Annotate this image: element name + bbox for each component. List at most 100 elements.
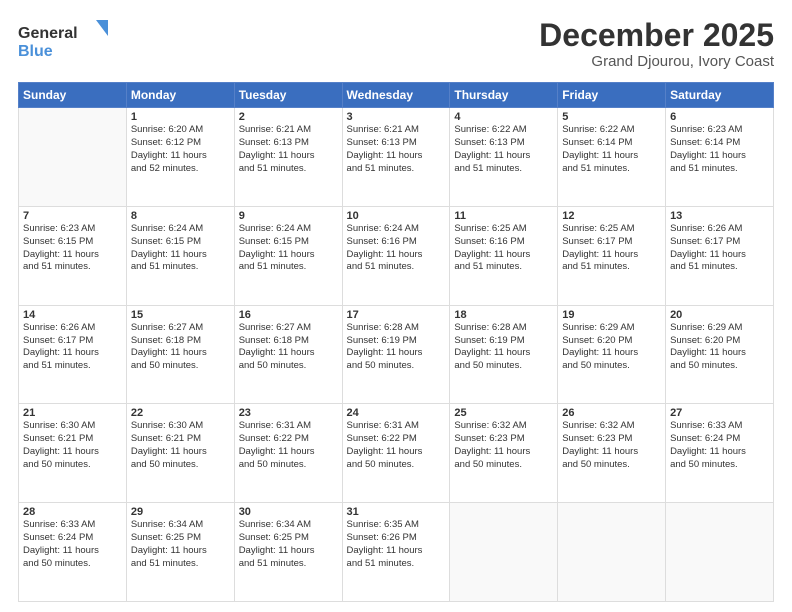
- day-info: Sunset: 6:22 PM: [347, 433, 446, 446]
- calendar-day-header: Thursday: [450, 83, 558, 108]
- calendar-day-cell: 20Sunrise: 6:29 AMSunset: 6:20 PMDayligh…: [666, 305, 774, 404]
- calendar-table: SundayMondayTuesdayWednesdayThursdayFrid…: [18, 82, 774, 602]
- day-number: 5: [562, 111, 661, 123]
- calendar-day-cell: 7Sunrise: 6:23 AMSunset: 6:15 PMDaylight…: [19, 206, 127, 305]
- day-info: Daylight: 11 hours: [131, 446, 230, 459]
- day-number: 7: [23, 210, 122, 222]
- calendar-day-header: Tuesday: [234, 83, 342, 108]
- day-info: Sunrise: 6:30 AM: [131, 420, 230, 433]
- day-number: 19: [562, 309, 661, 321]
- day-info: and 50 minutes.: [131, 360, 230, 373]
- day-number: 24: [347, 407, 446, 419]
- day-number: 26: [562, 407, 661, 419]
- day-info: Sunrise: 6:23 AM: [23, 223, 122, 236]
- calendar-day-cell: 19Sunrise: 6:29 AMSunset: 6:20 PMDayligh…: [558, 305, 666, 404]
- day-info: Daylight: 11 hours: [131, 150, 230, 163]
- day-info: Sunset: 6:26 PM: [347, 532, 446, 545]
- day-info: Sunset: 6:19 PM: [347, 335, 446, 348]
- day-info: Sunset: 6:18 PM: [131, 335, 230, 348]
- calendar-day-cell: 21Sunrise: 6:30 AMSunset: 6:21 PMDayligh…: [19, 404, 127, 503]
- day-info: Sunrise: 6:31 AM: [347, 420, 446, 433]
- month-title: December 2025: [539, 18, 774, 53]
- day-info: Daylight: 11 hours: [562, 347, 661, 360]
- day-info: and 51 minutes.: [131, 261, 230, 274]
- day-number: 18: [454, 309, 553, 321]
- svg-text:Blue: Blue: [18, 43, 53, 60]
- day-info: and 50 minutes.: [562, 459, 661, 472]
- day-number: 31: [347, 506, 446, 518]
- day-info: Daylight: 11 hours: [239, 347, 338, 360]
- calendar-day-cell: 4Sunrise: 6:22 AMSunset: 6:13 PMDaylight…: [450, 108, 558, 207]
- day-number: 30: [239, 506, 338, 518]
- day-info: Daylight: 11 hours: [131, 545, 230, 558]
- day-info: and 51 minutes.: [670, 261, 769, 274]
- day-info: Sunset: 6:25 PM: [239, 532, 338, 545]
- day-number: 21: [23, 407, 122, 419]
- title-block: December 2025 Grand Djourou, Ivory Coast: [539, 18, 774, 70]
- day-info: Sunrise: 6:26 AM: [23, 322, 122, 335]
- day-number: 12: [562, 210, 661, 222]
- day-info: and 50 minutes.: [670, 459, 769, 472]
- logo-svg: General Blue: [18, 18, 108, 62]
- day-info: Daylight: 11 hours: [670, 249, 769, 262]
- day-info: Sunrise: 6:22 AM: [562, 124, 661, 137]
- day-number: 22: [131, 407, 230, 419]
- day-info: Daylight: 11 hours: [239, 150, 338, 163]
- day-info: and 51 minutes.: [347, 558, 446, 571]
- day-number: 4: [454, 111, 553, 123]
- day-info: Sunset: 6:13 PM: [239, 137, 338, 150]
- day-info: and 50 minutes.: [670, 360, 769, 373]
- calendar-day-cell: 27Sunrise: 6:33 AMSunset: 6:24 PMDayligh…: [666, 404, 774, 503]
- calendar-day-cell: 2Sunrise: 6:21 AMSunset: 6:13 PMDaylight…: [234, 108, 342, 207]
- day-info: Sunset: 6:21 PM: [131, 433, 230, 446]
- day-info: and 51 minutes.: [23, 360, 122, 373]
- day-number: 15: [131, 309, 230, 321]
- day-info: Sunset: 6:17 PM: [562, 236, 661, 249]
- day-number: 28: [23, 506, 122, 518]
- page-header: General Blue December 2025 Grand Djourou…: [18, 18, 774, 70]
- calendar-week-row: 28Sunrise: 6:33 AMSunset: 6:24 PMDayligh…: [19, 503, 774, 602]
- calendar-day-cell: 9Sunrise: 6:24 AMSunset: 6:15 PMDaylight…: [234, 206, 342, 305]
- calendar-day-cell: 29Sunrise: 6:34 AMSunset: 6:25 PMDayligh…: [126, 503, 234, 602]
- day-info: Sunset: 6:20 PM: [670, 335, 769, 348]
- calendar-day-cell: [450, 503, 558, 602]
- calendar-day-cell: 11Sunrise: 6:25 AMSunset: 6:16 PMDayligh…: [450, 206, 558, 305]
- day-info: Sunrise: 6:28 AM: [347, 322, 446, 335]
- day-number: 17: [347, 309, 446, 321]
- svg-text:General: General: [18, 25, 78, 42]
- day-info: and 51 minutes.: [347, 261, 446, 274]
- day-info: Sunrise: 6:35 AM: [347, 519, 446, 532]
- calendar-day-cell: 15Sunrise: 6:27 AMSunset: 6:18 PMDayligh…: [126, 305, 234, 404]
- day-number: 14: [23, 309, 122, 321]
- day-info: Sunset: 6:17 PM: [670, 236, 769, 249]
- calendar-day-cell: 22Sunrise: 6:30 AMSunset: 6:21 PMDayligh…: [126, 404, 234, 503]
- calendar-day-cell: 13Sunrise: 6:26 AMSunset: 6:17 PMDayligh…: [666, 206, 774, 305]
- day-info: Sunset: 6:16 PM: [454, 236, 553, 249]
- calendar-day-cell: 3Sunrise: 6:21 AMSunset: 6:13 PMDaylight…: [342, 108, 450, 207]
- day-info: Sunset: 6:24 PM: [23, 532, 122, 545]
- day-number: 16: [239, 309, 338, 321]
- day-number: 2: [239, 111, 338, 123]
- day-info: Sunrise: 6:25 AM: [454, 223, 553, 236]
- calendar-day-cell: [558, 503, 666, 602]
- day-info: Sunset: 6:22 PM: [239, 433, 338, 446]
- day-info: and 51 minutes.: [239, 558, 338, 571]
- calendar-day-cell: 30Sunrise: 6:34 AMSunset: 6:25 PMDayligh…: [234, 503, 342, 602]
- calendar-day-cell: 14Sunrise: 6:26 AMSunset: 6:17 PMDayligh…: [19, 305, 127, 404]
- day-info: Daylight: 11 hours: [239, 545, 338, 558]
- calendar-day-header: Saturday: [666, 83, 774, 108]
- calendar-day-cell: [666, 503, 774, 602]
- calendar-body: 1Sunrise: 6:20 AMSunset: 6:12 PMDaylight…: [19, 108, 774, 602]
- day-info: Daylight: 11 hours: [347, 347, 446, 360]
- calendar-day-cell: 17Sunrise: 6:28 AMSunset: 6:19 PMDayligh…: [342, 305, 450, 404]
- day-info: Sunrise: 6:33 AM: [670, 420, 769, 433]
- day-info: and 50 minutes.: [131, 459, 230, 472]
- day-info: and 51 minutes.: [23, 261, 122, 274]
- day-info: Sunset: 6:19 PM: [454, 335, 553, 348]
- day-info: Daylight: 11 hours: [454, 446, 553, 459]
- calendar-week-row: 1Sunrise: 6:20 AMSunset: 6:12 PMDaylight…: [19, 108, 774, 207]
- day-number: 8: [131, 210, 230, 222]
- calendar-day-cell: [19, 108, 127, 207]
- day-info: Sunrise: 6:31 AM: [239, 420, 338, 433]
- calendar-day-cell: 12Sunrise: 6:25 AMSunset: 6:17 PMDayligh…: [558, 206, 666, 305]
